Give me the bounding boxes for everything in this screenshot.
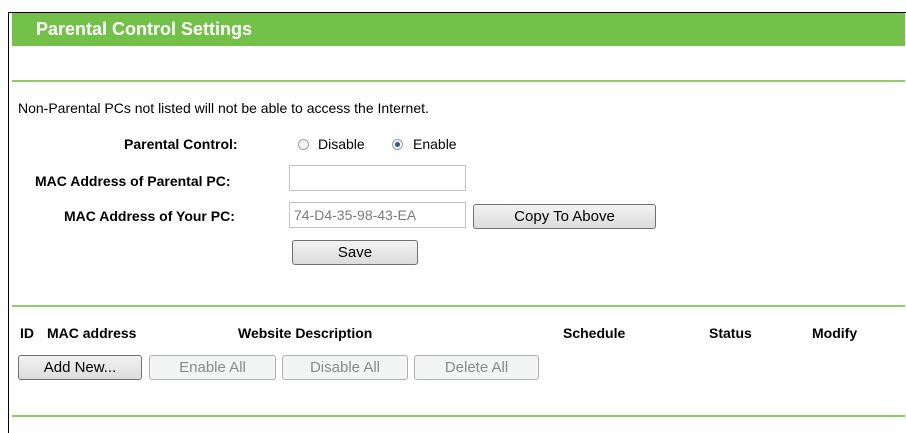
enable-all-button[interactable]: Enable All <box>149 355 276 380</box>
parental-mac-label: MAC Address of Parental PC: <box>35 173 231 189</box>
column-header-id: ID <box>20 325 34 341</box>
title-bar: Parental Control Settings <box>12 13 905 46</box>
save-button[interactable]: Save <box>292 240 418 265</box>
parental-mac-input[interactable] <box>289 165 466 191</box>
disable-label[interactable]: Disable <box>318 136 365 152</box>
delete-all-button[interactable]: Delete All <box>414 355 539 380</box>
column-header-status: Status <box>709 325 752 341</box>
disable-all-button[interactable]: Disable All <box>282 355 408 380</box>
parental-control-label: Parental Control: <box>124 136 238 152</box>
info-note: Non-Parental PCs not listed will not be … <box>18 100 429 116</box>
add-new-button[interactable]: Add New... <box>18 355 142 380</box>
your-mac-label: MAC Address of Your PC: <box>64 208 235 224</box>
divider <box>12 415 905 417</box>
divider <box>12 80 905 82</box>
page-title: Parental Control Settings <box>36 19 253 39</box>
column-header-mac-address: MAC address <box>47 325 137 341</box>
enable-label[interactable]: Enable <box>413 136 457 152</box>
column-header-website-description: Website Description <box>238 325 373 341</box>
column-header-schedule: Schedule <box>563 325 626 341</box>
your-mac-field: 74-D4-35-98-43-EA <box>289 202 466 228</box>
copy-to-above-button[interactable]: Copy To Above <box>473 204 656 229</box>
disable-radio[interactable] <box>298 139 309 150</box>
enable-radio[interactable] <box>392 139 403 150</box>
divider <box>12 305 905 307</box>
column-header-modify: Modify <box>812 325 858 341</box>
